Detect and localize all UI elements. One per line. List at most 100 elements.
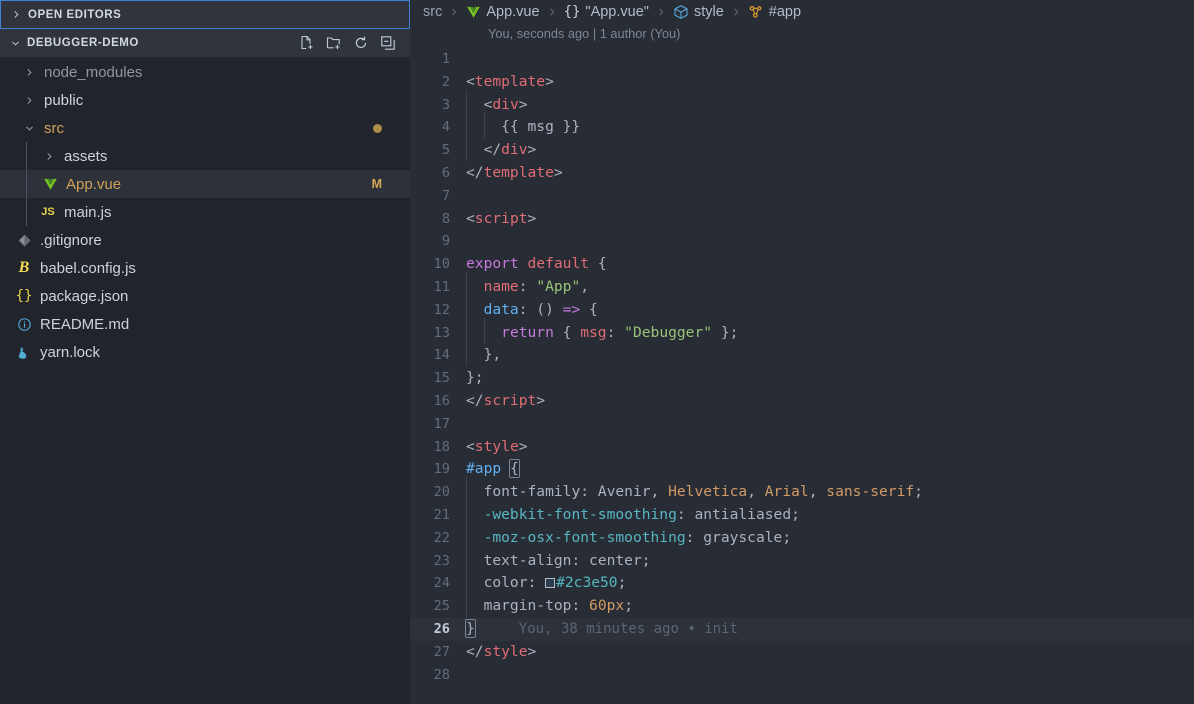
code-token: : xyxy=(686,529,704,546)
chevron-right-icon xyxy=(40,147,58,165)
code-line[interactable]: 28 xyxy=(410,664,1194,687)
code-line[interactable]: 8<script> xyxy=(410,208,1194,231)
tree-item-src[interactable]: src xyxy=(0,114,410,142)
tree-item-assets[interactable]: assets xyxy=(0,142,410,170)
code-token: : xyxy=(528,574,546,591)
code-line[interactable]: 14 }, xyxy=(410,344,1194,367)
code-line[interactable]: 16</script> xyxy=(410,390,1194,413)
code-token: div xyxy=(492,96,518,113)
line-number: 7 xyxy=(410,185,466,208)
code-token: : xyxy=(677,506,695,523)
code-token: : xyxy=(580,483,598,500)
code-token: ; xyxy=(791,506,800,523)
json-object-icon: {} xyxy=(564,4,581,20)
tree-item-gitignore[interactable]: .gitignore xyxy=(0,226,410,254)
breadcrumb-item-style[interactable]: style xyxy=(673,4,724,20)
code-line[interactable]: 25 margin-top: 60px; xyxy=(410,595,1194,618)
code-line[interactable]: 9 xyxy=(410,230,1194,253)
code-line[interactable]: 13 return { msg: "Debugger" }; xyxy=(410,322,1194,345)
code-line[interactable]: 12 data: () => { xyxy=(410,299,1194,322)
tree-item-public[interactable]: public xyxy=(0,86,410,114)
code-line[interactable]: 4 {{ msg }} xyxy=(410,116,1194,139)
code-token xyxy=(466,483,484,500)
line-number: 4 xyxy=(410,116,466,139)
code-line[interactable]: 24 color: #2c3e50; xyxy=(410,572,1194,595)
pane-header-debugger-demo[interactable]: DEBUGGER-DEMO xyxy=(0,29,410,57)
tree-item-readme[interactable]: README.md xyxy=(0,310,410,338)
breadcrumb-item-app-vue[interactable]: App.vue xyxy=(466,4,539,20)
code-token: -moz-osx-font-smoothing xyxy=(484,529,686,546)
code-line[interactable]: 23 text-align: center; xyxy=(410,550,1194,573)
line-number: 19 xyxy=(410,458,466,481)
code-token: Arial xyxy=(765,483,809,500)
code-token: ; xyxy=(642,552,651,569)
code-line[interactable]: 17 xyxy=(410,413,1194,436)
tree-item-babel-config[interactable]: B babel.config.js xyxy=(0,254,410,282)
code-line[interactable]: 22 -moz-osx-font-smoothing: grayscale; xyxy=(410,527,1194,550)
code-token: }, xyxy=(466,346,501,363)
code-line[interactable]: 5 </div> xyxy=(410,139,1194,162)
bracket-match: { xyxy=(510,460,519,477)
code-token: Helvetica xyxy=(668,483,747,500)
code-token: : xyxy=(519,278,537,295)
tree-item-label: main.js xyxy=(64,204,112,221)
editor-blame-header: You, seconds ago | 1 author (You) xyxy=(410,24,1194,42)
code-line[interactable]: 6</template> xyxy=(410,162,1194,185)
code-line-content: -webkit-font-smoothing: antialiased; xyxy=(466,504,1194,527)
code-line-content: font-family: Avenir, Helvetica, Arial, s… xyxy=(466,481,1194,504)
tree-item-label: assets xyxy=(64,148,107,165)
code-editor[interactable]: 12<template>3 <div>4 {{ msg }}5 </div>6<… xyxy=(410,48,1194,686)
tree-item-label: README.md xyxy=(40,316,129,333)
pane-header-open-editors[interactable]: OPEN EDITORS xyxy=(0,0,410,29)
tree-item-node-modules[interactable]: node_modules xyxy=(0,58,410,86)
code-token: { xyxy=(554,324,580,341)
vue-file-icon xyxy=(40,175,60,193)
code-line[interactable]: 3 <div> xyxy=(410,94,1194,117)
code-line[interactable]: 1 xyxy=(410,48,1194,71)
code-line[interactable]: 18<style> xyxy=(410,436,1194,459)
refresh-icon[interactable] xyxy=(352,35,369,52)
line-number: 10 xyxy=(410,253,466,276)
code-token: div xyxy=(501,141,527,158)
code-line[interactable]: 20 font-family: Avenir, Helvetica, Arial… xyxy=(410,481,1194,504)
code-token xyxy=(501,460,510,477)
tree-item-app-vue[interactable]: App.vue M xyxy=(0,170,410,198)
tree-item-label: src xyxy=(44,120,64,137)
file-tree: node_modules public src xyxy=(0,57,410,366)
code-line[interactable]: 15}; xyxy=(410,367,1194,390)
tree-item-main-js[interactable]: JS main.js xyxy=(0,198,410,226)
new-folder-icon[interactable] xyxy=(325,35,342,52)
tree-item-package-json[interactable]: {} package.json xyxy=(0,282,410,310)
code-token: "Debugger" xyxy=(624,324,712,341)
line-number: 18 xyxy=(410,436,466,459)
code-line[interactable]: 21 -webkit-font-smoothing: antialiased; xyxy=(410,504,1194,527)
code-token: color xyxy=(484,574,528,591)
tree-item-yarn-lock[interactable]: yarn.lock xyxy=(0,338,410,366)
color-swatch-icon[interactable] xyxy=(545,578,555,588)
breadcrumb-item-app-selector[interactable]: #app xyxy=(748,4,801,20)
git-status-badge: M xyxy=(372,177,382,191)
code-token: </ xyxy=(466,164,484,181)
line-number: 26 xyxy=(410,618,466,641)
code-line-content: </template> xyxy=(466,162,1194,185)
readme-file-icon xyxy=(14,315,34,333)
json-file-icon: {} xyxy=(14,287,34,305)
code-line[interactable]: 11 name: "App", xyxy=(410,276,1194,299)
pane-title-debugger-demo: DEBUGGER-DEMO xyxy=(27,37,139,49)
new-file-icon[interactable] xyxy=(298,35,315,52)
code-line[interactable]: 2<template> xyxy=(410,71,1194,94)
code-token: , xyxy=(809,483,827,500)
code-line[interactable]: 19#app { xyxy=(410,458,1194,481)
code-line[interactable]: 10export default { xyxy=(410,253,1194,276)
code-line[interactable]: 7 xyxy=(410,185,1194,208)
code-token: < xyxy=(466,438,475,455)
code-token: </ xyxy=(484,141,502,158)
module-cube-icon xyxy=(673,4,689,20)
breadcrumb-item-app-vue-object[interactable]: {} "App.vue" xyxy=(564,4,649,20)
collapse-all-icon[interactable] xyxy=(379,35,396,52)
breadcrumb-item-src[interactable]: src xyxy=(423,4,442,20)
line-number: 16 xyxy=(410,390,466,413)
code-line[interactable]: 27</style> xyxy=(410,641,1194,664)
code-line[interactable]: 26}You, 38 minutes ago • init xyxy=(410,618,1194,641)
code-token: #app xyxy=(466,460,501,477)
